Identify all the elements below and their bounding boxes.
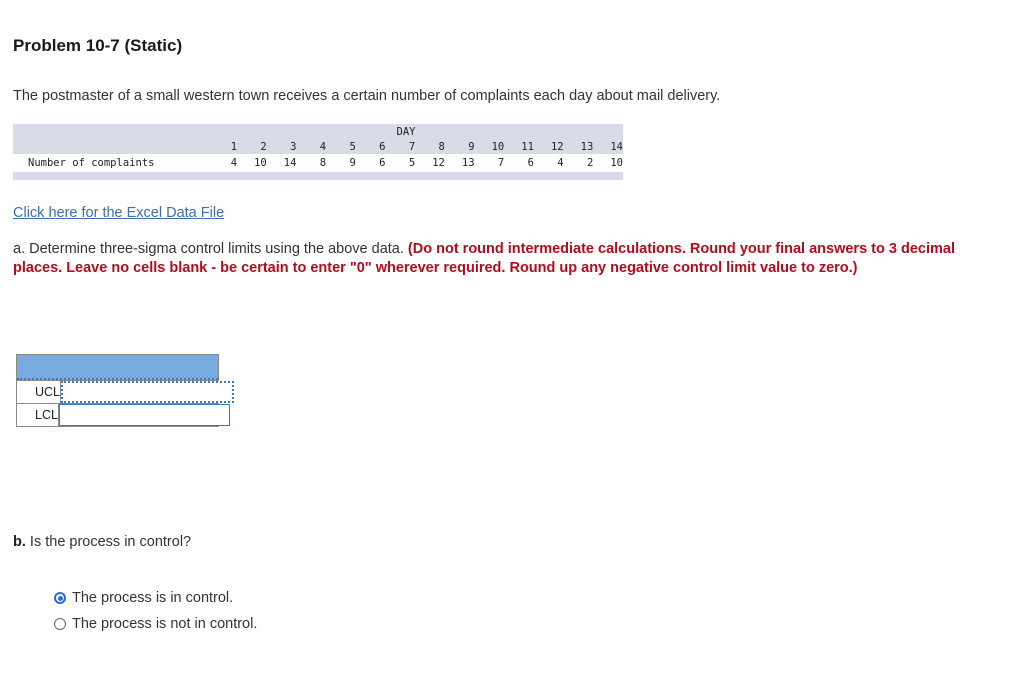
lcl-label: LCL [17, 404, 59, 426]
ucl-input[interactable] [61, 381, 235, 403]
day-number: 14 [610, 140, 623, 153]
problem-title: Problem 10-7 (Static) [13, 36, 183, 55]
day-header-row: DAY [13, 124, 623, 139]
part-b-text: Is the process in control? [25, 534, 192, 550]
option-not-in-control[interactable]: The process is not in control. [54, 611, 257, 637]
option-label: The process is in control. [72, 590, 234, 606]
radio-selected-icon[interactable] [54, 592, 66, 604]
excel-data-link[interactable]: Click here for the Excel Data File [13, 205, 224, 221]
complaints-row: Number of complaints 4 10 14 8 9 6 5 12 13 7 6 4 2 10 [13, 154, 623, 172]
day-number: 6 [379, 140, 386, 153]
complaint-value: 6 [379, 157, 386, 169]
table-header [17, 355, 218, 380]
part-b-question: b. Is the process in control? [13, 534, 191, 550]
radio-unselected-icon[interactable] [54, 618, 66, 630]
day-numbers-row: 1 2 3 4 5 6 7 8 9 10 11 12 13 14 [13, 139, 623, 154]
part-b-prefix: b. [13, 534, 26, 550]
day-number: 12 [550, 140, 564, 153]
complaint-value: 6 [527, 157, 534, 169]
complaint-cells: 4 10 14 8 9 6 5 12 13 7 6 4 2 10 [207, 157, 623, 169]
day-number: 10 [491, 140, 505, 153]
ucl-label: UCL [17, 381, 62, 403]
day-number: 5 [349, 140, 356, 153]
day-number: 4 [319, 140, 327, 153]
lcl-input[interactable] [58, 404, 230, 426]
complaint-value: 5 [408, 157, 416, 169]
complaint-value: 7 [497, 157, 505, 169]
day-number: 2 [260, 140, 267, 153]
complaint-value: 8 [319, 157, 327, 169]
data-table: DAY 1 2 3 4 5 6 7 8 9 10 11 12 13 14 Number of compla… [13, 124, 623, 180]
complaint-value: 14 [283, 157, 297, 169]
complaint-value: 10 [610, 157, 623, 169]
complaint-value: 13 [461, 157, 475, 169]
day-number: 3 [290, 140, 297, 153]
day-number: 9 [468, 140, 475, 153]
ucl-row: UCL [17, 380, 235, 403]
part-a-text: a. Determine three-sigma control limits … [13, 241, 408, 257]
complaint-value: 4 [230, 157, 238, 169]
row-label: Number of complaints [28, 157, 155, 169]
day-number: 7 [408, 140, 416, 153]
option-in-control[interactable]: The process is in control. [54, 585, 257, 611]
control-radio-group: The process is in control. The process i… [54, 585, 257, 637]
complaint-value: 2 [586, 157, 594, 169]
day-number: 11 [521, 140, 534, 153]
lcl-row: LCL [17, 403, 230, 426]
complaint-value: 10 [254, 157, 267, 169]
part-a-question: a. Determine three-sigma control limits … [13, 240, 963, 278]
complaint-value: 9 [349, 157, 356, 169]
complaint-value: 12 [432, 157, 445, 169]
day-header: DAY [396, 125, 416, 138]
day-number: 13 [580, 140, 594, 153]
control-limits-table: UCL LCL [16, 354, 235, 427]
problem-intro: The postmaster of a small western town r… [13, 88, 721, 104]
day-number: 1 [230, 140, 238, 153]
complaint-value: 4 [557, 157, 564, 169]
day-cells: 1 2 3 4 5 6 7 8 9 10 11 12 13 14 [207, 141, 623, 153]
option-label: The process is not in control. [72, 616, 258, 632]
day-number: 8 [438, 140, 445, 153]
